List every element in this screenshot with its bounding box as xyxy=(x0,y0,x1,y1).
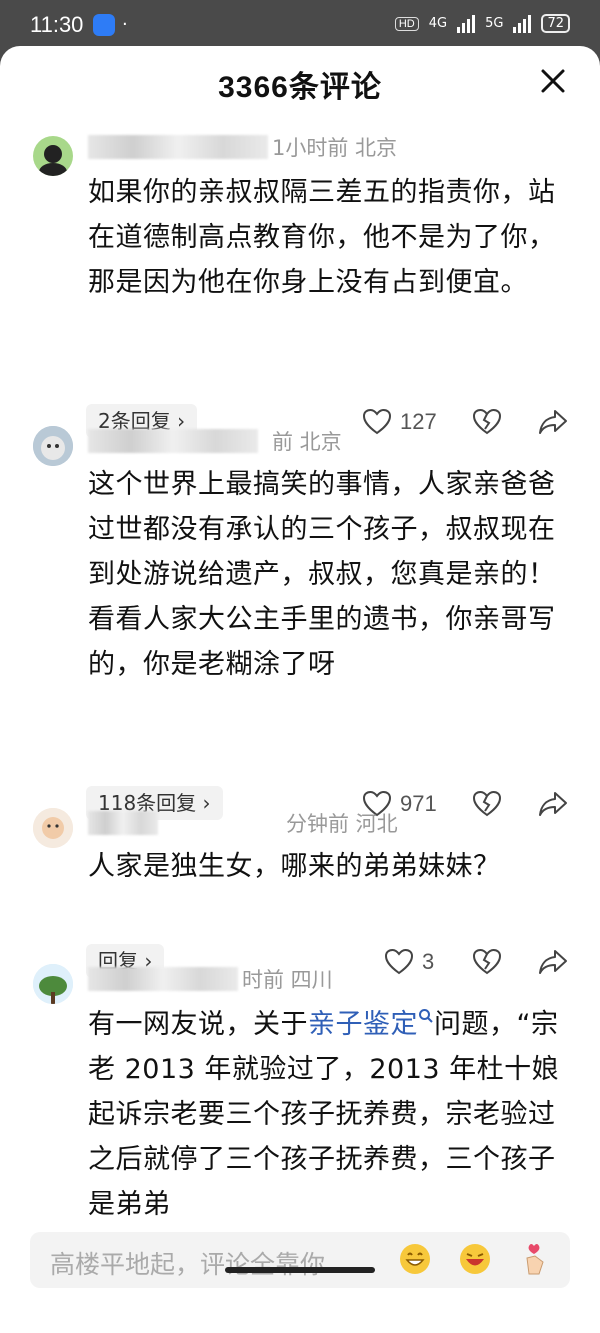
comment-meta: 前 北京 xyxy=(88,426,342,456)
time-location: 前 北京 xyxy=(272,430,342,454)
comment-text-part: 有一网友说，关于 xyxy=(88,1009,308,1040)
net-4g-label: 4G xyxy=(428,16,448,31)
comment-meta: 分钟前 河北 xyxy=(88,808,398,838)
blurred-username xyxy=(88,429,258,453)
comment-text: 人家是独生女，哪来的弟弟妹妹？ xyxy=(88,851,501,882)
time-location: 1小时前 北京 xyxy=(272,136,398,160)
blurred-username xyxy=(88,811,158,835)
blurred-username xyxy=(88,135,268,159)
home-indicator[interactable] xyxy=(225,1267,375,1273)
laugh-emoji-icon[interactable] xyxy=(458,1242,492,1276)
signal-icon xyxy=(457,14,476,33)
status-dot: · xyxy=(122,14,128,35)
comment-meta: 1小时前 北京 xyxy=(88,132,397,162)
comment-input-placeholder[interactable]: 高楼平地起，评论全靠你 xyxy=(50,1245,325,1281)
avatar[interactable] xyxy=(33,808,73,848)
comment-item: 时前 四川 有一网友说，关于亲子鉴定 问题，“宗老 2013 年就验过了，2013… xyxy=(0,964,600,1224)
search-link-label: 亲子鉴定 xyxy=(308,1009,418,1040)
close-icon[interactable] xyxy=(538,66,568,96)
sheet-title: 3366条评论 xyxy=(218,71,382,104)
comment-meta: 时前 四川 xyxy=(88,964,333,994)
time-location: 时前 四川 xyxy=(242,968,333,992)
finger-heart-emoji-icon[interactable] xyxy=(517,1242,551,1276)
comment-text: 这个世界上最搞笑的事情，人家亲爸爸过世都没有承认的三个孩子，叔叔现在到处游说给遗… xyxy=(88,469,556,680)
search-link[interactable]: 亲子鉴定 xyxy=(308,1009,434,1040)
avatar[interactable] xyxy=(33,964,73,1004)
battery-icon: 72 xyxy=(541,14,570,33)
comment-item: 前 北京 这个世界上最搞笑的事情，人家亲爸爸过世都没有承认的三个孩子，叔叔现在到… xyxy=(0,426,600,820)
comment-item: 1小时前 北京 如果你的亲叔叔隔三差五的指责你，站在道德制高点教育你，他不是为了… xyxy=(0,132,600,438)
search-icon xyxy=(419,1009,433,1023)
comment-text: 如果你的亲叔叔隔三差五的指责你，站在道德制高点教育你，他不是为了你，那是因为他在… xyxy=(88,177,556,298)
avatar[interactable] xyxy=(33,426,73,466)
hd-tag: HD xyxy=(394,16,419,31)
comment-item: 分钟前 河北 人家是独生女，哪来的弟弟妹妹？ 回复 › 3 xyxy=(0,808,600,978)
comment-input-bar[interactable]: 高楼平地起，评论全靠你 xyxy=(30,1232,570,1288)
status-time: 11:30 xyxy=(30,12,84,37)
status-indicators: HD 4G 5G 72 xyxy=(394,14,570,33)
time-location: 分钟前 河北 xyxy=(286,812,398,836)
status-bar: 11:30 · HD 4G 5G 72 xyxy=(0,0,600,50)
blurred-username xyxy=(88,967,238,991)
net-5g-label: 5G xyxy=(485,16,504,31)
comment-text: 有一网友说，关于亲子鉴定 问题，“宗老 2013 年就验过了，2013 年杜十娘起… xyxy=(88,1002,564,1227)
app-notification-icon xyxy=(93,14,115,36)
grin-emoji-icon[interactable] xyxy=(398,1242,432,1276)
comment-sheet: 3366条评论 1小时前 北京 如果你的亲叔叔隔三差五的指责你，站在道德制高点教… xyxy=(0,46,600,1333)
comment-text-part: 问题，“宗老 2013 年就验过了，2013 年杜十娘起诉宗老要三个孩子抚养费，… xyxy=(88,1009,560,1220)
avatar[interactable] xyxy=(33,136,73,176)
signal-5g-icon xyxy=(513,14,532,33)
